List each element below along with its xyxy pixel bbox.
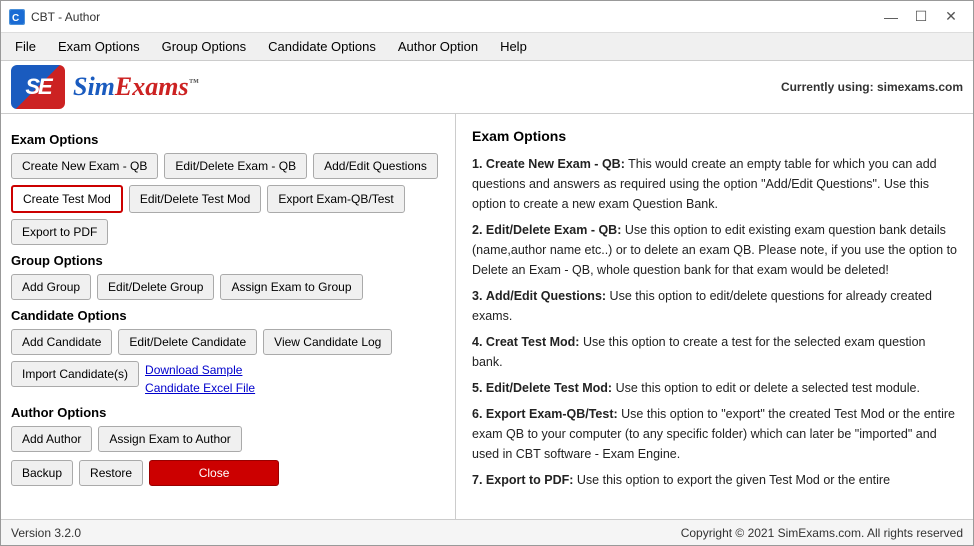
status-bar-bottom: Version 3.2.0 Copyright © 2021 SimExams.…: [1, 519, 973, 545]
help-item-5-label: Edit/Delete Test Mod:: [486, 381, 612, 395]
version-label: Version 3.2.0: [11, 526, 81, 540]
title-bar-left: C CBT - Author: [9, 9, 100, 25]
menu-file[interactable]: File: [5, 35, 46, 58]
help-item-1-label: Create New Exam - QB:: [486, 157, 625, 171]
right-panel-content: 1. Create New Exam - QB: This would crea…: [472, 154, 957, 490]
close-button[interactable]: ✕: [937, 7, 965, 27]
title-bar: C CBT - Author — ☐ ✕: [1, 1, 973, 33]
logo-tm: ™: [189, 77, 199, 88]
import-candidate-group: Import Candidate(s) Download Sample Cand…: [11, 361, 445, 397]
help-item-2: 2. Edit/Delete Exam - QB: Use this optio…: [472, 220, 957, 280]
right-panel: Exam Options 1. Create New Exam - QB: Th…: [456, 114, 973, 519]
create-new-exam-qb-button[interactable]: Create New Exam - QB: [11, 153, 158, 179]
help-item-4-num: 4.: [472, 335, 482, 349]
edit-delete-test-mod-button[interactable]: Edit/Delete Test Mod: [129, 185, 262, 213]
edit-delete-exam-qb-button[interactable]: Edit/Delete Exam - QB: [164, 153, 307, 179]
candidate-options-header: Candidate Options: [11, 308, 445, 323]
download-sample-link[interactable]: Download Sample: [145, 361, 255, 379]
window-title: CBT - Author: [31, 10, 100, 24]
import-btn-row: Import Candidate(s) Download Sample Cand…: [11, 361, 445, 397]
edit-delete-group-button[interactable]: Edit/Delete Group: [97, 274, 214, 300]
exam-btn-row1: Create New Exam - QB Edit/Delete Exam - …: [11, 153, 445, 179]
author-options-header: Author Options: [11, 405, 445, 420]
svg-text:C: C: [12, 13, 19, 24]
group-options-header: Group Options: [11, 253, 445, 268]
help-item-5-num: 5.: [472, 381, 482, 395]
copyright-label: Copyright © 2021 SimExams.com. All right…: [681, 526, 963, 540]
minimize-button[interactable]: —: [877, 7, 905, 27]
help-item-7-label: Export to PDF:: [486, 473, 574, 487]
view-candidate-log-button[interactable]: View Candidate Log: [263, 329, 392, 355]
help-item-3-num: 3.: [472, 289, 482, 303]
help-item-2-label: Edit/Delete Exam - QB:: [486, 223, 621, 237]
add-edit-questions-button[interactable]: Add/Edit Questions: [313, 153, 438, 179]
edit-delete-candidate-button[interactable]: Edit/Delete Candidate: [118, 329, 257, 355]
menu-author-option[interactable]: Author Option: [388, 35, 488, 58]
help-item-7-text: Use this option to export the given Test…: [577, 473, 890, 487]
currently-using-label: Currently using: simexams.com: [781, 80, 963, 94]
maximize-button[interactable]: ☐: [907, 7, 935, 27]
help-item-1: 1. Create New Exam - QB: This would crea…: [472, 154, 957, 214]
bottom-btn-row: Backup Restore Close: [11, 460, 445, 486]
menu-help[interactable]: Help: [490, 35, 537, 58]
left-panel: Exam Options Create New Exam - QB Edit/D…: [1, 114, 456, 519]
logo-text: SimExams™: [73, 72, 199, 102]
help-item-5: 5. Edit/Delete Test Mod: Use this option…: [472, 378, 957, 398]
status-top: Currently using: simexams.com: [781, 73, 963, 101]
main-window: C CBT - Author — ☐ ✕ File Exam Options G…: [0, 0, 974, 546]
import-candidates-button[interactable]: Import Candidate(s): [11, 361, 139, 387]
add-group-button[interactable]: Add Group: [11, 274, 91, 300]
app-icon: C: [9, 9, 25, 25]
help-item-4: 4. Creat Test Mod: Use this option to cr…: [472, 332, 957, 372]
menu-candidate-options[interactable]: Candidate Options: [258, 35, 386, 58]
restore-button[interactable]: Restore: [79, 460, 143, 486]
logo-area: SE SimExams™: [11, 65, 199, 109]
help-item-1-num: 1.: [472, 157, 482, 171]
help-item-6-label: Export Exam-QB/Test:: [486, 407, 618, 421]
help-item-3: 3. Add/Edit Questions: Use this option t…: [472, 286, 957, 326]
backup-button[interactable]: Backup: [11, 460, 73, 486]
exam-btn-row3: Export to PDF: [11, 219, 445, 245]
help-item-4-label: Creat Test Mod:: [486, 335, 580, 349]
assign-exam-to-author-button[interactable]: Assign Exam to Author: [98, 426, 241, 452]
candidate-btn-row1: Add Candidate Edit/Delete Candidate View…: [11, 329, 445, 355]
export-to-pdf-button[interactable]: Export to PDF: [11, 219, 108, 245]
add-author-button[interactable]: Add Author: [11, 426, 92, 452]
author-btn-row: Add Author Assign Exam to Author: [11, 426, 445, 452]
help-item-2-num: 2.: [472, 223, 482, 237]
candidate-excel-link[interactable]: Candidate Excel File: [145, 379, 255, 397]
right-panel-title: Exam Options: [472, 128, 957, 144]
help-item-6-num: 6.: [472, 407, 482, 421]
export-exam-qb-test-button[interactable]: Export Exam-QB/Test: [267, 185, 404, 213]
menu-exam-options[interactable]: Exam Options: [48, 35, 150, 58]
help-item-5-text: Use this option to edit or delete a sele…: [616, 381, 920, 395]
help-item-7: 7. Export to PDF: Use this option to exp…: [472, 470, 957, 490]
title-bar-controls: — ☐ ✕: [877, 7, 965, 27]
close-main-button[interactable]: Close: [149, 460, 279, 486]
exam-options-header: Exam Options: [11, 132, 445, 147]
main-content: Exam Options Create New Exam - QB Edit/D…: [1, 114, 973, 519]
help-item-6: 6. Export Exam-QB/Test: Use this option …: [472, 404, 957, 464]
exam-btn-row2: Create Test Mod Edit/Delete Test Mod Exp…: [11, 185, 445, 213]
help-item-3-label: Add/Edit Questions:: [486, 289, 606, 303]
menu-bar: File Exam Options Group Options Candidat…: [1, 33, 973, 61]
create-test-mod-button[interactable]: Create Test Mod: [11, 185, 123, 213]
assign-exam-to-group-button[interactable]: Assign Exam to Group: [220, 274, 362, 300]
logo-icon: SE: [11, 65, 65, 109]
add-candidate-button[interactable]: Add Candidate: [11, 329, 112, 355]
help-item-7-num: 7.: [472, 473, 482, 487]
menu-group-options[interactable]: Group Options: [152, 35, 257, 58]
group-btn-row: Add Group Edit/Delete Group Assign Exam …: [11, 274, 445, 300]
